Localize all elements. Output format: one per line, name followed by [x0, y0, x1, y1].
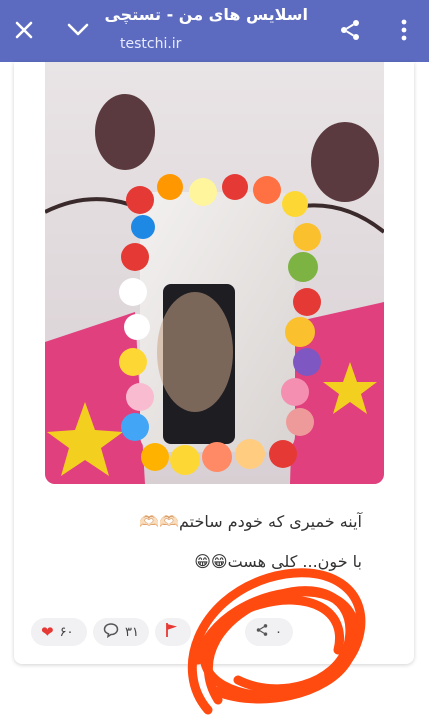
- comment-icon: [103, 622, 119, 642]
- like-count: ۶۰: [59, 624, 74, 640]
- page-url: testchi.ir: [120, 36, 182, 52]
- share-small-icon: [255, 623, 269, 641]
- close-icon[interactable]: [8, 14, 40, 46]
- more-vertical-icon[interactable]: [388, 14, 420, 46]
- report-button[interactable]: [155, 618, 191, 646]
- page-title: اسلایس های من - تستچی: [104, 5, 308, 24]
- post-card: آینه خمیری که خودم ساختم🫶🏻🫶🏻 با خون... ک…: [14, 62, 414, 664]
- chevron-down-icon[interactable]: [62, 14, 94, 46]
- share-icon[interactable]: [334, 14, 366, 46]
- flag-icon: [165, 622, 179, 642]
- app-bar: اسلایس های من - تستچی testchi.ir: [0, 0, 429, 62]
- post-caption-line1: آینه خمیری که خودم ساختم🫶🏻🫶🏻: [139, 512, 362, 531]
- post-image[interactable]: [45, 62, 384, 484]
- heart-icon: ❤: [41, 623, 54, 641]
- share-count: ۰: [275, 624, 282, 640]
- post-caption-line2: با خون... کلی هست😁😁: [194, 552, 362, 571]
- share-button[interactable]: ۰: [245, 618, 293, 646]
- comment-count: ۳۱: [125, 624, 139, 640]
- like-button[interactable]: ❤ ۶۰: [31, 618, 87, 646]
- comment-button[interactable]: ۳۱: [93, 618, 149, 646]
